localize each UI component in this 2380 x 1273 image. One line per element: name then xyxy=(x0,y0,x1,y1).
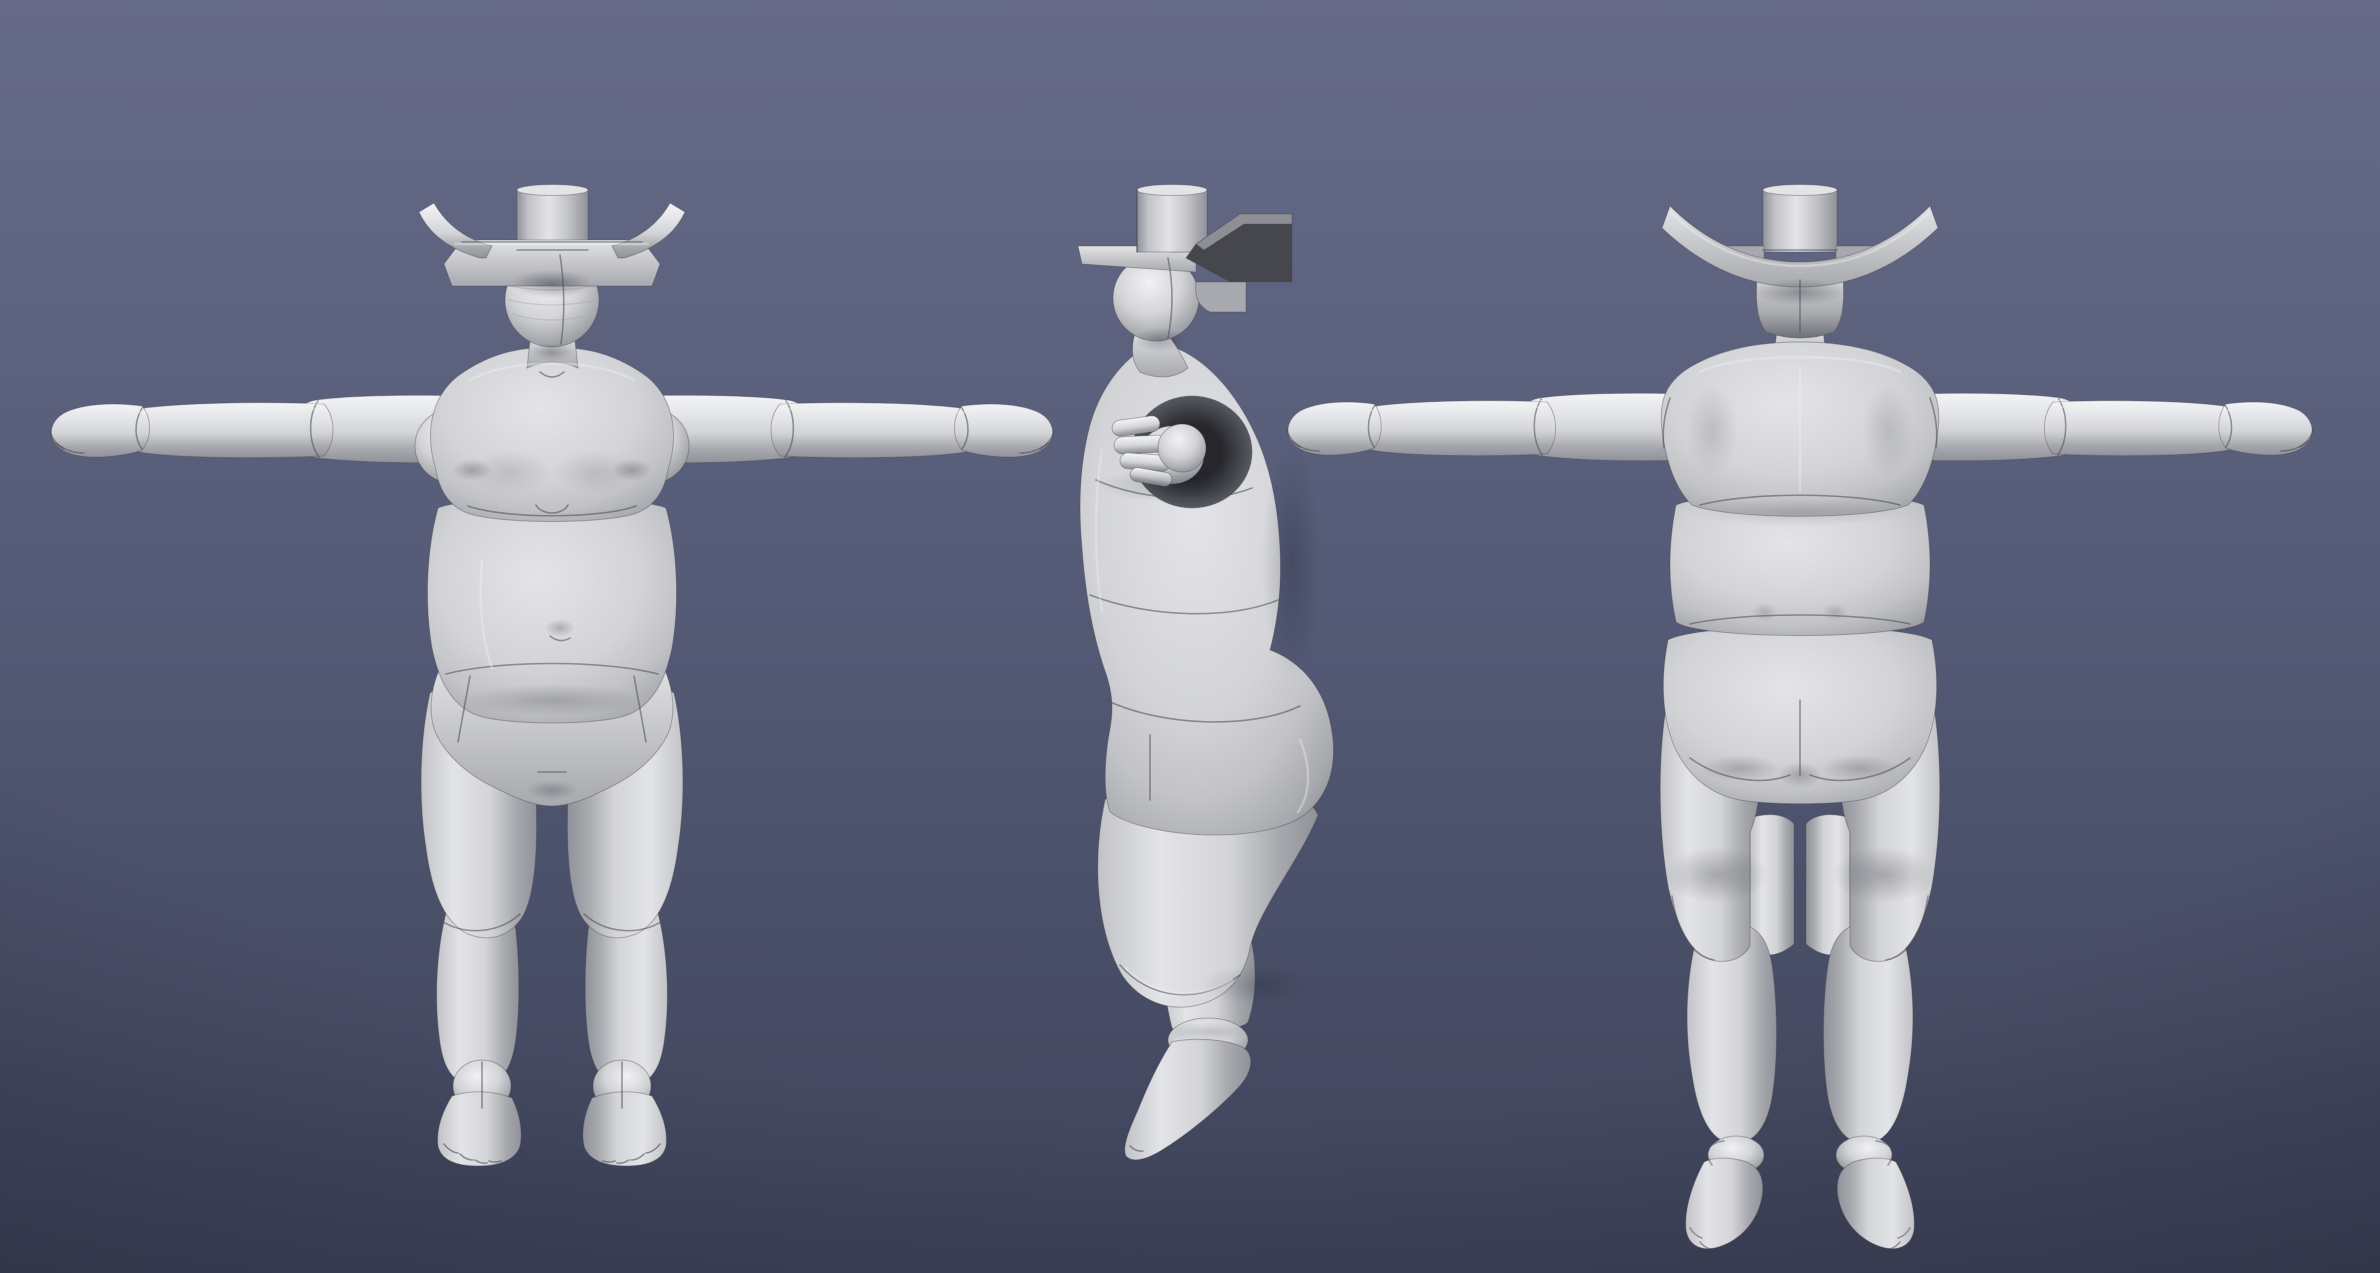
side-knuckle-mass xyxy=(1158,424,1206,472)
side-hat-crown-cylinder xyxy=(1137,190,1207,252)
hat-crown-top xyxy=(517,185,588,196)
side-hat-brim-under-tab xyxy=(1196,282,1246,312)
chest xyxy=(431,348,674,522)
side-hat-crown-top xyxy=(1137,185,1207,196)
back-hat-crown-top xyxy=(1763,185,1837,196)
back-hat-crown-cylinder xyxy=(1763,190,1837,252)
viewport-3d[interactable] xyxy=(0,0,2380,1273)
back-left-arm xyxy=(1287,393,1699,461)
render-canvas xyxy=(0,0,2380,1273)
back-right-arm xyxy=(1901,393,2313,461)
